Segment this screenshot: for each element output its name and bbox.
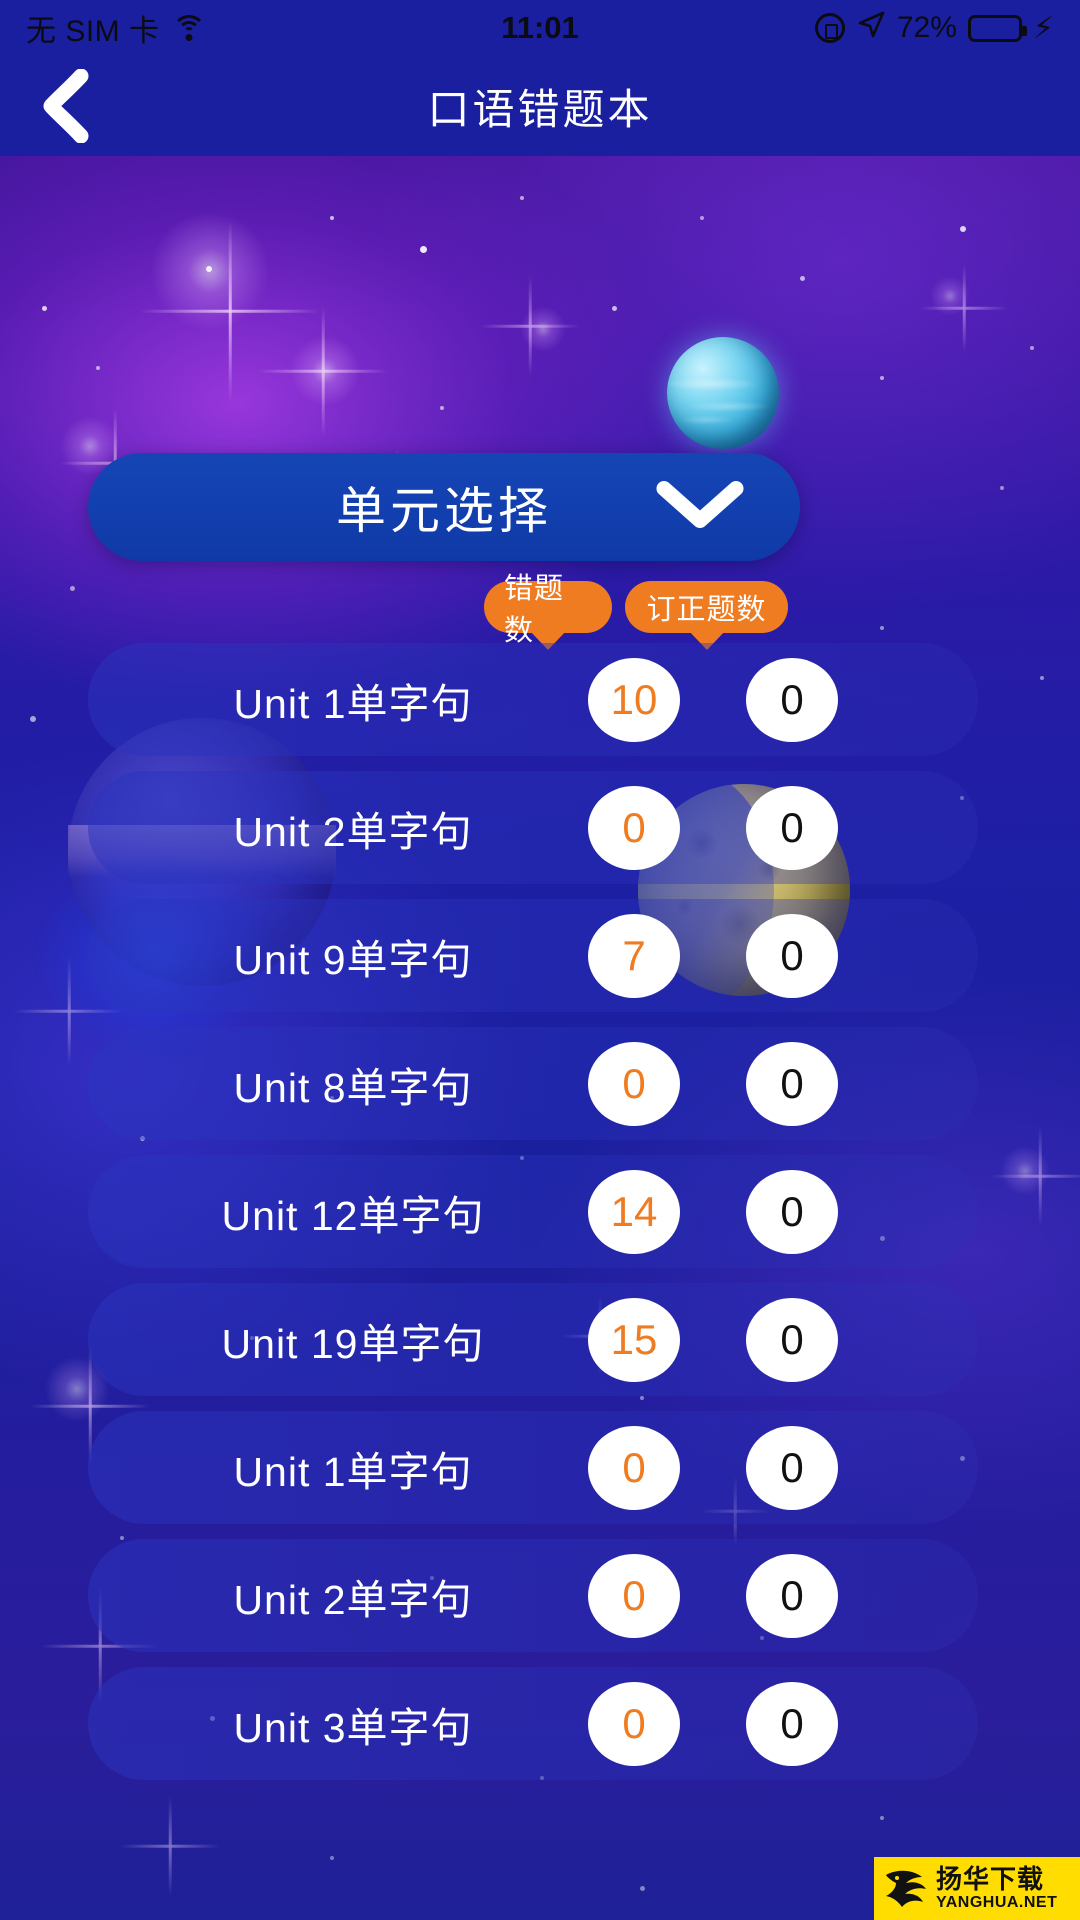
status-bar: 无 SIM 卡 11:01 72% ⚡ <box>0 0 1080 56</box>
wrong-count-pill: 14 <box>588 1169 680 1254</box>
wrong-count-pill: 0 <box>588 1681 680 1766</box>
unit-name-label: Unit 3单字句 <box>233 1704 473 1751</box>
fixed-count-pill: 0 <box>746 1681 838 1766</box>
space-background: 单元选择 错题数 订正题数 Unit 1单字句 10 0 Unit 2单字句 0 0 Uni… <box>0 156 1080 1920</box>
wrong-count-pill: 0 <box>588 1041 680 1126</box>
lion-logo-icon <box>882 1865 928 1913</box>
wrong-count-pill: 0 <box>588 785 680 870</box>
unit-row[interactable]: Unit 8单字句 0 0 <box>88 1027 978 1140</box>
unit-row[interactable]: Unit 12单字句 14 0 <box>88 1155 978 1268</box>
fixed-count-pill: 0 <box>746 657 838 742</box>
fixed-count-pill: 0 <box>746 913 838 998</box>
unit-row[interactable]: Unit 3单字句 0 0 <box>88 1667 978 1780</box>
wrong-count-pill: 0 <box>588 1425 680 1510</box>
wrong-count-header-label: 错题数 <box>504 573 565 647</box>
watermark-en-label: YANGHUA.NET <box>936 1894 1058 1911</box>
unit-row[interactable]: Unit 1单字句 10 0 <box>88 643 978 756</box>
column-header-badges: 错题数 订正题数 <box>0 573 1080 651</box>
wrong-count-pill: 15 <box>588 1297 680 1382</box>
rotation-lock-icon <box>814 13 845 43</box>
unit-name-label: Unit 1单字句 <box>233 1448 473 1495</box>
fixed-count-pill: 0 <box>746 1297 838 1382</box>
chevron-down-icon <box>656 479 744 536</box>
unit-name-label: Unit 2单字句 <box>233 1576 473 1623</box>
wrong-count-pill: 0 <box>588 1553 680 1638</box>
fixed-count-header-badge: 订正题数 <box>625 581 788 633</box>
fixed-count-pill: 0 <box>746 1041 838 1126</box>
back-button[interactable] <box>34 69 96 143</box>
watermark-cn-label: 扬华下载 <box>936 1864 1045 1894</box>
unit-name-label: Unit 19单字句 <box>221 1320 485 1367</box>
unit-list: Unit 1单字句 10 0 Unit 2单字句 0 0 Unit 9单字句 7 0 Unit 8… <box>0 643 1080 1795</box>
wrong-count-header-badge: 错题数 <box>484 573 612 647</box>
unit-name-label: Unit 8单字句 <box>233 1064 473 1111</box>
unit-row[interactable]: Unit 2单字句 0 0 <box>88 1539 978 1652</box>
fixed-count-header-label: 订正题数 <box>646 594 767 626</box>
nav-bar: 口语错题本 <box>0 56 1080 156</box>
unit-row[interactable]: Unit 1单字句 0 0 <box>88 1411 978 1524</box>
fixed-count-pill: 0 <box>746 785 838 870</box>
fixed-count-pill: 0 <box>746 1169 838 1254</box>
unit-name-label: Unit 12单字句 <box>221 1192 485 1239</box>
unit-name-label: Unit 2单字句 <box>233 808 473 855</box>
unit-name-label: Unit 9单字句 <box>233 936 473 983</box>
back-chevron-icon <box>39 69 91 143</box>
planet-cyan-decor <box>667 337 779 449</box>
watermark: 扬华下载 YANGHUA.NET <box>874 1857 1080 1920</box>
unit-name-label: Unit 1单字句 <box>233 680 473 727</box>
fixed-count-pill: 0 <box>746 1425 838 1510</box>
status-bar-clock: 11:01 <box>501 10 579 45</box>
unit-select-dropdown[interactable]: 单元选择 <box>88 453 800 561</box>
fixed-count-pill: 0 <box>746 1553 838 1638</box>
page-title: 口语错题本 <box>427 85 653 133</box>
watermark-text: 扬华下载 YANGHUA.NET <box>936 1866 1057 1911</box>
unit-row[interactable]: Unit 19单字句 15 0 <box>88 1283 978 1396</box>
wrong-count-pill: 10 <box>588 657 680 742</box>
unit-select-label: 单元选择 <box>336 483 552 539</box>
battery-icon <box>967 14 1027 42</box>
unit-row[interactable]: Unit 2单字句 0 0 <box>88 771 978 884</box>
unit-row[interactable]: Unit 9单字句 7 0 <box>88 899 978 1012</box>
wrong-count-pill: 7 <box>588 913 680 998</box>
